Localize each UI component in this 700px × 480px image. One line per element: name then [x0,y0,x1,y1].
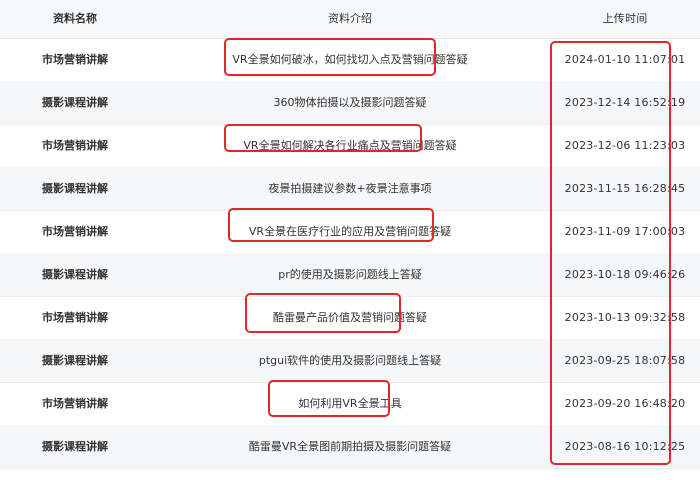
row-name: 摄影课程讲解 [42,268,108,281]
row-name: 市场营销讲解 [42,397,108,410]
table-header: 资料名称 资料介绍 上传时间 [0,0,700,39]
row-intro: ptgui软件的使用及摄影问题线上答疑 [258,354,442,367]
row-intro: pr的使用及摄影问题线上答疑 [278,268,422,281]
row-name: 市场营销讲解 [42,311,108,324]
row-name: 市场营销讲解 [42,139,108,152]
row-name: 摄影课程讲解 [42,182,108,195]
highlight-box-intro-9 [268,380,390,417]
row-intro: 360物体拍摄以及摄影问题答疑 [273,96,427,109]
row-name: 市场营销讲解 [42,225,108,238]
highlight-box-intro-7 [245,293,401,333]
highlight-box-intro-3 [224,124,422,152]
header-intro: 资料介绍 [328,12,372,25]
row-intro: 酷雷曼VR全景图前期拍摄及摄影问题答疑 [248,440,452,453]
highlight-box-time-column [550,41,671,465]
row-name: 摄影课程讲解 [42,440,108,453]
header-name: 资料名称 [53,12,97,25]
row-name: 摄影课程讲解 [42,96,108,109]
row-intro: 夜景拍摄建议参数+夜景注意事项 [268,182,432,195]
header-time: 上传时间 [602,12,648,25]
highlight-box-intro-5 [228,208,434,242]
highlight-box-intro-1 [224,38,436,76]
row-name: 市场营销讲解 [42,53,108,66]
row-name: 摄影课程讲解 [42,354,108,367]
